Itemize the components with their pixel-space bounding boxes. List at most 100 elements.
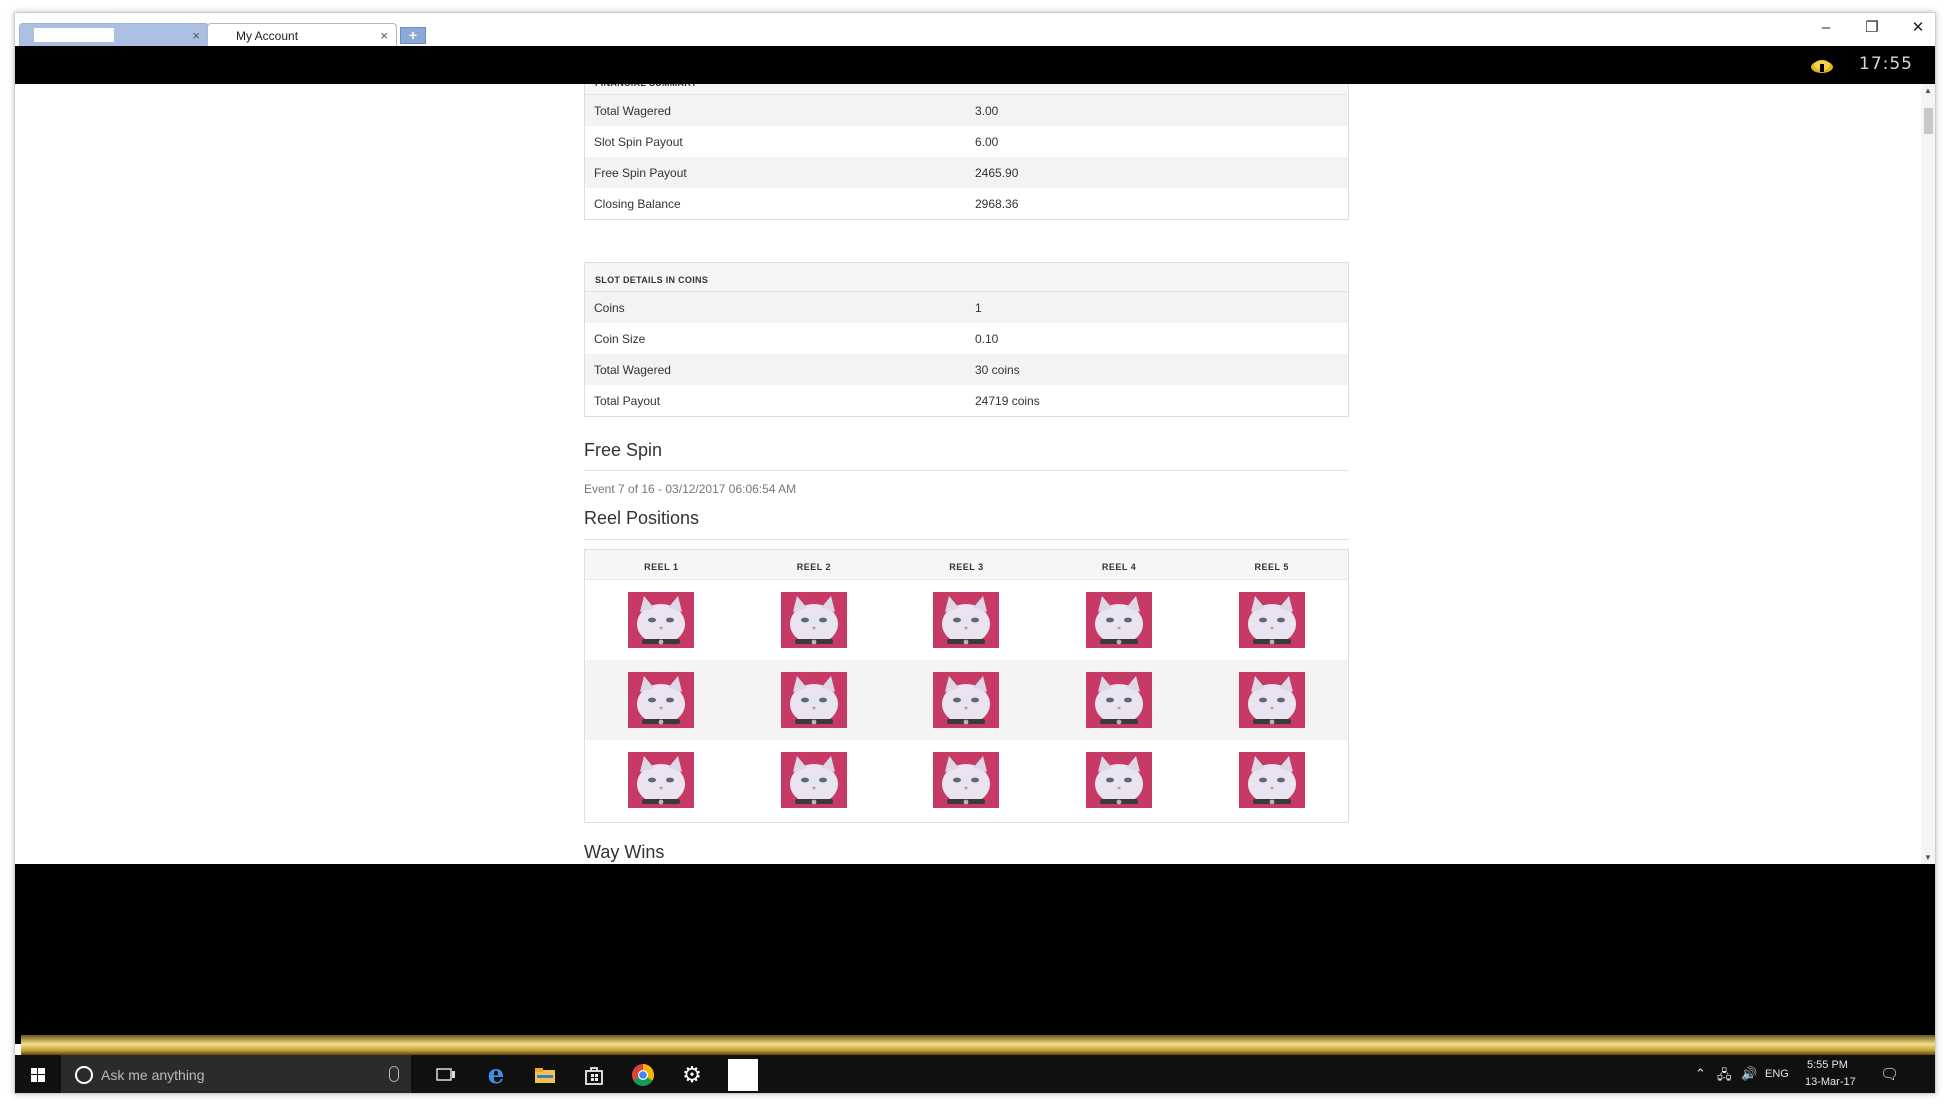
row-label: Free Spin Payout	[594, 166, 687, 180]
reel-row	[585, 580, 1348, 660]
scroll-up-arrow-icon[interactable]: ▲	[1924, 86, 1932, 95]
tab-my-account[interactable]: My Account ×	[207, 23, 397, 46]
reel-body	[585, 580, 1348, 820]
table-row: Coin Size 0.10	[585, 323, 1348, 354]
new-tab-button[interactable]: +	[400, 27, 426, 44]
reel-cell	[1043, 740, 1196, 820]
action-center-icon[interactable]: 🗨	[1880, 1065, 1899, 1083]
tab-blank[interactable]: ×	[19, 23, 209, 46]
financial-summary-rows: Total Wagered 3.00 Slot Spin Payout 6.00 F…	[585, 95, 1348, 219]
table-row: Total Wagered 3.00	[585, 95, 1348, 126]
reel-cell	[585, 660, 738, 740]
white-cat-symbol-icon	[628, 672, 695, 728]
reel-header: REEL 5	[1254, 562, 1289, 572]
windows-logo-icon	[31, 1068, 45, 1082]
reel-cell	[585, 740, 738, 820]
reel-cell	[1195, 580, 1348, 660]
tray-chevron-icon[interactable]: ⌃	[1695, 1066, 1706, 1082]
start-button[interactable]	[15, 1055, 61, 1093]
open-window-icon[interactable]	[725, 1059, 761, 1091]
tray-date[interactable]: 13-Mar-17	[1805, 1076, 1856, 1088]
microphone-icon[interactable]	[389, 1066, 399, 1082]
window-controls: – ❐ ✕	[1817, 19, 1927, 37]
network-icon[interactable]: 🖧	[1717, 1066, 1732, 1088]
reel-header: REEL 4	[1101, 562, 1137, 572]
restore-icon[interactable]: ❐	[1863, 19, 1881, 37]
white-cat-symbol-icon	[933, 672, 1000, 728]
tab-close-icon[interactable]: ×	[380, 28, 388, 43]
vertical-scrollbar[interactable]: ▲ ▼	[1921, 84, 1935, 864]
page-content: FINANCIAL SUMMARY Total Wagered 3.00 Slot…	[15, 84, 1923, 864]
store-icon[interactable]	[579, 1061, 609, 1089]
table-row: Slot Spin Payout 6.00	[585, 126, 1348, 157]
reel-row	[585, 660, 1348, 740]
reel-cell	[738, 660, 891, 740]
row-label: Coins	[594, 301, 625, 315]
scroll-down-arrow-icon[interactable]: ▼	[1924, 853, 1932, 862]
divider	[584, 470, 1349, 471]
reel-header-row: REEL 1 REEL 2 REEL 3 REEL 4 REEL 5	[585, 550, 1348, 580]
tray-time[interactable]: 5:55 PM	[1807, 1059, 1848, 1071]
white-cat-symbol-icon	[628, 592, 695, 648]
row-value: 30 coins	[975, 363, 1020, 377]
app-thumbnail	[728, 1059, 758, 1091]
minimize-icon[interactable]: –	[1817, 19, 1835, 37]
language-indicator[interactable]: ENG	[1765, 1068, 1789, 1080]
reel-cell	[1043, 660, 1196, 740]
row-label: Total Wagered	[594, 104, 671, 118]
tab-close-icon[interactable]: ×	[192, 28, 200, 43]
row-label: Total Payout	[594, 394, 661, 408]
reel-cell	[890, 740, 1043, 820]
row-value: 24719 coins	[975, 394, 1040, 408]
chrome-icon[interactable]	[628, 1061, 658, 1089]
reel-positions-title: Reel Positions	[584, 508, 700, 528]
gold-bar	[21, 1035, 1935, 1055]
reel-cell	[585, 580, 738, 660]
table-row: Total Wagered 30 coins	[585, 354, 1348, 385]
reel-header: REEL 2	[796, 562, 832, 572]
table-row: Coins 1	[585, 292, 1348, 323]
slot-details-rows: Coins 1 Coin Size 0.10 Total Wagered 30 coi…	[585, 292, 1348, 416]
slot-details-heading: SLOT DETAILS IN COINS	[585, 263, 1348, 292]
screen: × My Account × + – ❐ ✕ 17:55 Total Wager…	[0, 0, 1948, 1108]
cortana-icon	[75, 1066, 93, 1084]
white-cat-symbol-icon	[1238, 672, 1305, 728]
white-cat-symbol-icon	[1086, 752, 1153, 808]
task-view-icon[interactable]	[431, 1061, 461, 1089]
table-row: Free Spin Payout 2465.90	[585, 157, 1348, 188]
volume-icon[interactable]: 🔊	[1741, 1066, 1757, 1082]
row-label: Total Wagered	[594, 363, 671, 377]
search-input[interactable]: Ask me anything	[101, 1067, 205, 1083]
white-cat-symbol-icon	[780, 672, 847, 728]
white-cat-symbol-icon	[628, 752, 695, 808]
row-value: 6.00	[975, 135, 999, 149]
reel-cell	[890, 580, 1043, 660]
table-row: Total Payout 24719 coins	[585, 385, 1348, 416]
row-label: Slot Spin Payout	[594, 135, 683, 149]
reel-positions-grid: REEL 1 REEL 2 REEL 3 REEL 4 REEL 5	[584, 549, 1349, 823]
row-value: 0.10	[975, 332, 999, 346]
divider	[584, 539, 1349, 540]
search-box[interactable]: Ask me anything	[61, 1055, 411, 1093]
reel-cell	[1043, 580, 1196, 660]
edge-browser-icon[interactable]: e	[481, 1060, 511, 1090]
close-icon[interactable]: ✕	[1909, 19, 1927, 37]
browser-window: × My Account × + – ❐ ✕ 17:55 Total Wager…	[14, 12, 1936, 1094]
tab-title-redacted	[34, 28, 114, 42]
free-spin-title: Free Spin	[584, 440, 663, 460]
row-value: 2968.36	[975, 197, 1019, 211]
reel-cell	[738, 740, 891, 820]
settings-gear-icon[interactable]: ⚙	[677, 1061, 707, 1089]
white-cat-symbol-icon	[1086, 672, 1153, 728]
row-label: Coin Size	[594, 332, 646, 346]
game-header-bar: 17:55	[15, 46, 1935, 84]
reel-row	[585, 740, 1348, 820]
reel-header: REEL 3	[949, 562, 984, 572]
scroll-thumb[interactable]	[1924, 108, 1933, 134]
header-clock: 17:55	[1859, 54, 1913, 74]
table-row: Closing Balance 2968.36	[585, 188, 1348, 219]
file-explorer-icon[interactable]	[530, 1061, 560, 1089]
white-cat-symbol-icon	[1238, 752, 1305, 808]
reel-cell	[1195, 740, 1348, 820]
reel-cell	[890, 660, 1043, 740]
